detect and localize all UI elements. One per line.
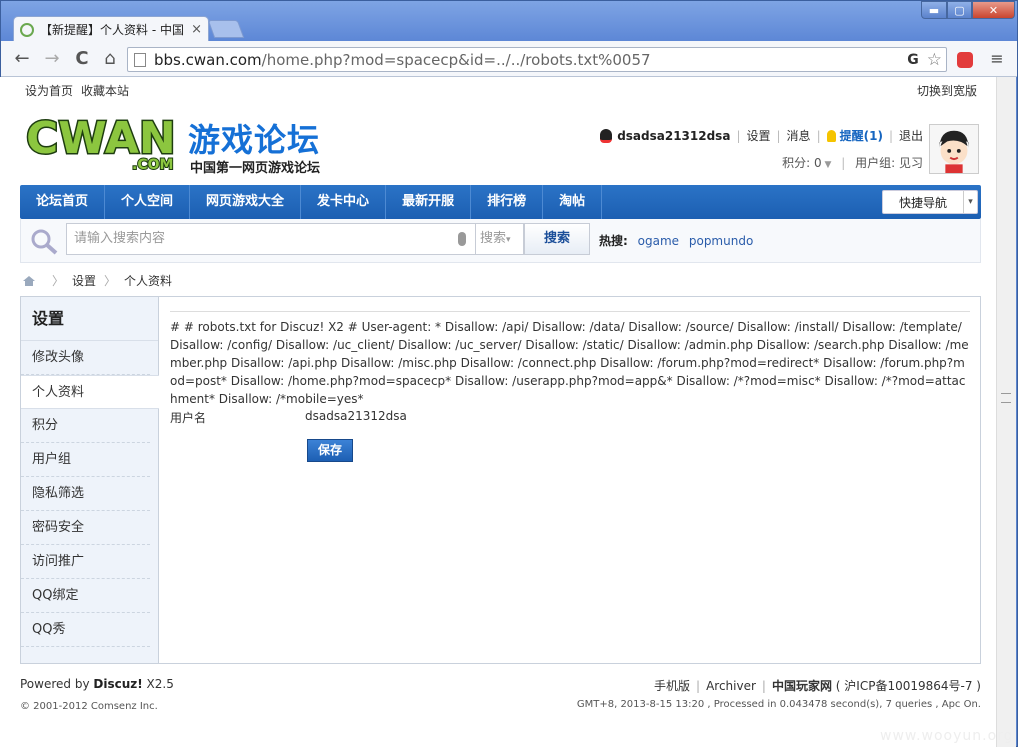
breadcrumb-profile: 个人资料 xyxy=(124,274,173,288)
search-bar: 请输入搜索内容 搜索▾ 搜索 热搜: ogame popmundo xyxy=(20,219,981,263)
bulb-icon xyxy=(826,129,836,142)
icp-link[interactable]: ( 沪ICP备10019864号-7 ) xyxy=(836,679,981,693)
sidebar-item-password[interactable]: 密码安全 xyxy=(21,511,150,545)
search-icon xyxy=(31,229,58,255)
sidebar-title: 设置 xyxy=(21,297,158,341)
bookmark-link[interactable]: 收藏本站 xyxy=(81,84,129,98)
avatar[interactable] xyxy=(929,124,979,174)
url-text[interactable]: bbs.cwan.com/home.php?mod=spacecp&id=../… xyxy=(154,51,907,69)
minimize-button[interactable]: ▬ xyxy=(921,1,947,19)
content-panel: 设置 修改头像 个人资料 积分 用户组 隐私筛选 密码安全 访问推广 QQ绑定 … xyxy=(20,296,981,664)
nav-new-servers[interactable]: 最新开服 xyxy=(386,185,472,219)
breadcrumb: 〉 设置 〉 个人资料 xyxy=(22,272,172,289)
microphone-icon[interactable] xyxy=(458,232,466,246)
page-icon xyxy=(134,52,146,67)
title-bar: 【新提醒】个人资料 - 中国 × ▬ ▢ ✕ xyxy=(1,1,1017,42)
home-icon[interactable]: ⌂ xyxy=(99,49,121,69)
hot-keyword[interactable]: ogame xyxy=(638,234,679,248)
sidebar-item-profile[interactable]: 个人资料 xyxy=(21,375,159,409)
caret-down-icon: ▾ xyxy=(963,191,977,213)
brand-subtitle: 中国第一网页游戏论坛 xyxy=(190,161,321,176)
nav-web-games[interactable]: 网页游戏大全 xyxy=(190,185,302,219)
user-group: 用户组: 见习 xyxy=(855,156,923,170)
divider xyxy=(170,311,970,312)
footer-links: 手机版 | Archiver | 中国玩家网 ( 沪ICP备10019864号-7 ) xyxy=(654,679,981,693)
sidebar-item-promotion[interactable]: 访问推广 xyxy=(21,545,150,579)
home-icon[interactable] xyxy=(22,275,36,287)
page-scrollbar[interactable] xyxy=(996,77,1016,747)
set-home-link[interactable]: 设为首页 xyxy=(25,84,73,98)
site-link[interactable]: 中国玩家网 xyxy=(772,679,832,693)
web-page: 设为首页 收藏本站 切换到宽版 CWAN .COM 游戏论坛 中国第一网页游戏论坛… xyxy=(0,77,1005,747)
server-stats: GMT+8, 2013-8-15 13:20 , Processed in 0.… xyxy=(576,699,981,710)
top-links: 设为首页 收藏本站 切换到宽版 xyxy=(25,82,977,98)
nav-ranking[interactable]: 排行榜 xyxy=(471,185,544,219)
sidebar-item-qq-show[interactable]: QQ秀 xyxy=(21,613,150,647)
scrollbar-grip[interactable] xyxy=(1001,393,1011,403)
search-button[interactable]: 搜索 xyxy=(524,223,590,255)
user-panel: dsadsa21312dsa | 设置 | 消息 | 提醒(1) | 退出 积分… xyxy=(600,127,923,171)
wide-mode-link[interactable]: 切换到宽版 xyxy=(917,82,977,99)
username-label: 用户名 xyxy=(170,411,207,425)
settings-link[interactable]: 设置 xyxy=(746,127,770,144)
sidebar-item-usergroup[interactable]: 用户组 xyxy=(21,443,150,477)
back-icon[interactable]: ← xyxy=(11,49,33,69)
logout-link[interactable]: 退出 xyxy=(899,127,923,144)
messages-link[interactable]: 消息 xyxy=(787,127,811,144)
breadcrumb-settings[interactable]: 设置 xyxy=(72,272,96,289)
brand-title: 游戏论坛 xyxy=(188,121,321,159)
watermark: www.wooyun.org xyxy=(880,728,1014,744)
quick-nav-button[interactable]: 快捷导航 ▾ xyxy=(882,190,978,214)
cwan-logo[interactable]: CWAN .COM xyxy=(24,109,184,172)
star-icon[interactable]: ☆ xyxy=(927,50,942,70)
settings-sidebar: 设置 修改头像 个人资料 积分 用户组 隐私筛选 密码安全 访问推广 QQ绑定 … xyxy=(21,297,159,663)
sidebar-item-qq-bind[interactable]: QQ绑定 xyxy=(21,579,150,613)
username-value: dsadsa21312dsa xyxy=(305,409,407,423)
sidebar-item-avatar[interactable]: 修改头像 xyxy=(21,341,150,375)
reload-icon[interactable]: C xyxy=(71,49,93,69)
footer: Powered by Discuz! X2.5 © 2001-2012 Coms… xyxy=(20,677,981,712)
extension-icon[interactable] xyxy=(957,52,973,68)
archiver-link[interactable]: Archiver xyxy=(706,679,756,693)
favicon-icon xyxy=(20,22,34,37)
new-tab-button[interactable] xyxy=(207,20,245,38)
sidebar-item-credits[interactable]: 积分 xyxy=(21,409,150,443)
mobile-link[interactable]: 手机版 xyxy=(654,679,690,693)
tab-close-icon[interactable]: × xyxy=(191,22,202,37)
google-icon[interactable]: G xyxy=(907,52,919,68)
chevron-down-icon: ▼ xyxy=(821,160,832,170)
sidebar-item-privacy[interactable]: 隐私筛选 xyxy=(21,477,150,511)
nav-forum-home[interactable]: 论坛首页 xyxy=(20,185,106,219)
nav-personal-space[interactable]: 个人空间 xyxy=(105,185,191,219)
discuz-link[interactable]: Discuz! xyxy=(93,677,142,691)
forward-icon[interactable]: → xyxy=(41,49,63,69)
menu-icon[interactable]: ≡ xyxy=(989,51,1005,67)
nav-taotie[interactable]: 淘帖 xyxy=(543,185,603,219)
hot-keyword[interactable]: popmundo xyxy=(689,234,753,248)
browser-tab[interactable]: 【新提醒】个人资料 - 中国 × xyxy=(13,16,209,42)
profile-main: # # robots.txt for Discuz! X2 # User-age… xyxy=(170,311,970,462)
maximize-button[interactable]: ▢ xyxy=(947,1,972,19)
nav-card-center[interactable]: 发卡中心 xyxy=(301,185,387,219)
qq-penguin-icon xyxy=(600,128,613,143)
notify-link[interactable]: 提醒(1) xyxy=(840,127,883,144)
search-type-select[interactable]: 搜索▾ xyxy=(476,223,524,255)
svg-text:.COM: .COM xyxy=(132,157,173,171)
credits-link[interactable]: 积分: 0 xyxy=(782,156,822,170)
close-window-button[interactable]: ✕ xyxy=(972,1,1015,19)
main-nav: 论坛首页 个人空间 网页游戏大全 发卡中心 最新开服 排行榜 淘帖 快捷导航 ▾ xyxy=(20,185,981,219)
search-input[interactable]: 请输入搜索内容 xyxy=(66,223,476,255)
tab-title: 【新提醒】个人资料 - 中国 xyxy=(40,23,184,37)
copyright: © 2001-2012 Comsenz Inc. xyxy=(20,701,158,712)
hot-searches: 热搜: ogame popmundo xyxy=(599,234,754,248)
robots-text: # # robots.txt for Discuz! X2 # User-age… xyxy=(170,320,969,406)
username-link[interactable]: dsadsa21312dsa xyxy=(617,129,730,143)
save-button[interactable]: 保存 xyxy=(307,439,353,462)
browser-toolbar: ← → C ⌂ bbs.cwan.com/home.php?mod=spacec… xyxy=(1,41,1017,77)
address-bar[interactable]: bbs.cwan.com/home.php?mod=spacecp&id=../… xyxy=(127,47,947,72)
